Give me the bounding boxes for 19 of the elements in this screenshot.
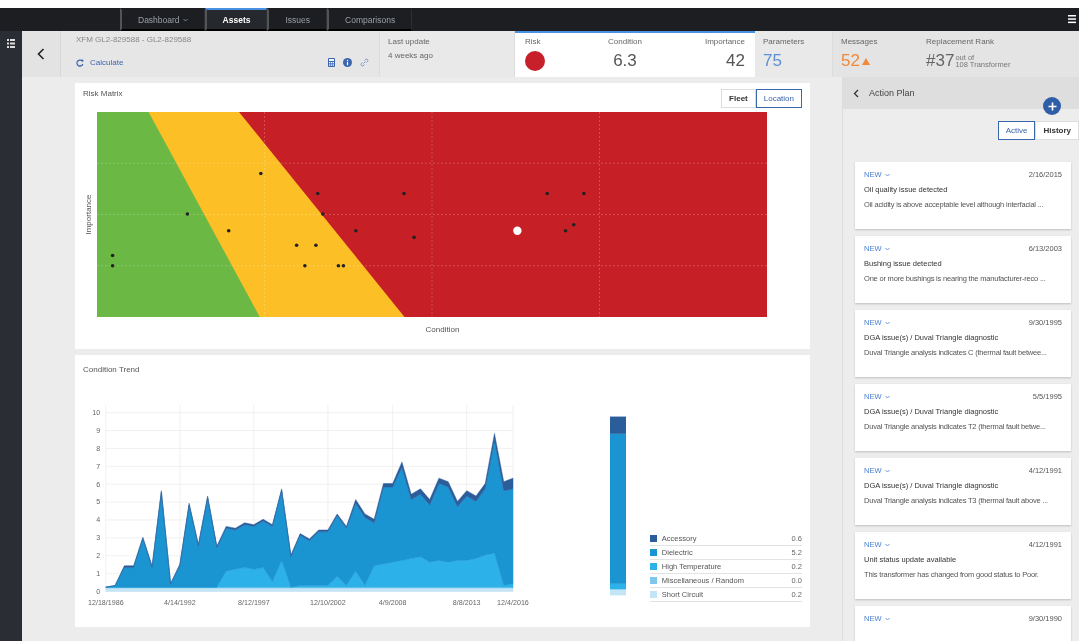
risk-label: Risk [525, 37, 542, 46]
parameters-label: Parameters [763, 37, 806, 46]
replacement-rank-label: Replacement Rank [926, 37, 996, 46]
importance-label: Importance [704, 37, 745, 46]
messages-count: 52 [841, 51, 860, 71]
condition-label: Condition [608, 37, 642, 46]
messages-label: Messages [841, 37, 879, 46]
card-title: Risk Matrix [83, 89, 123, 98]
importance-value: 42 [726, 51, 745, 71]
rank-value: #37 [926, 51, 955, 71]
asset-id: XFM GL2-829588 - GL2-829588 [76, 35, 193, 44]
condition-value: 6.3 [613, 51, 637, 71]
axis-label: Importance [83, 194, 93, 235]
parameters-value: 75 [763, 51, 783, 71]
axis-label: Condition [425, 325, 460, 334]
panel-title: Action Plan [869, 88, 915, 98]
last-update-label: Last update [388, 37, 431, 46]
last-update-value: 4 weeks ago [388, 51, 434, 60]
card-title: Condition Trend [83, 365, 141, 374]
